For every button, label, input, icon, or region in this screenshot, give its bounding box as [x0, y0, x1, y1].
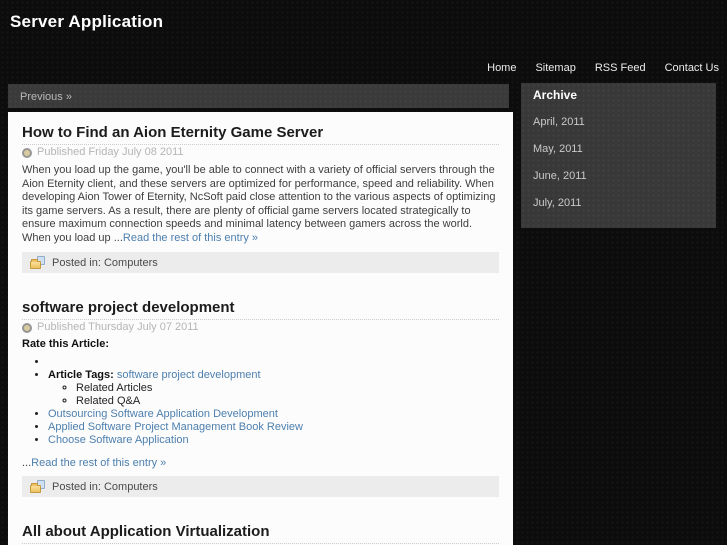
published-line: Published Friday July 08 2011	[22, 146, 499, 159]
nav-item-sitemap[interactable]: Sitemap	[535, 62, 575, 74]
read-more-line: ...Read the rest of this entry »	[22, 457, 499, 469]
pagination-bar: Previous »	[8, 84, 509, 108]
sidebar-archive: Archive April, 2011 May, 2011 June, 2011…	[521, 83, 716, 228]
published-text: Published Thursday July 07 2011	[37, 321, 199, 334]
top-nav: Home Sitemap RSS Feed Contact Us	[487, 62, 719, 74]
posted-in-text: Posted in: Computers	[52, 481, 158, 493]
archive-item-july-2011[interactable]: July, 2011	[533, 197, 704, 210]
list-item-empty	[48, 356, 499, 369]
folder-icon	[30, 480, 45, 493]
post-software-project-development: software project development Published T…	[22, 299, 499, 497]
site-title: Server Application	[10, 12, 163, 32]
rate-article-label: Rate this Article:	[22, 338, 499, 350]
folder-icon	[30, 256, 45, 269]
list-item-related-articles: Related Articles	[76, 382, 499, 395]
published-line: Published Thursday July 07 2011	[22, 321, 499, 334]
list-item-link: Choose Software Application	[48, 434, 499, 447]
post-title[interactable]: All about Application Virtualization	[22, 523, 499, 544]
main-content: How to Find an Aion Eternity Game Server…	[8, 112, 513, 545]
article-tag-link[interactable]: software project development	[117, 369, 261, 381]
post-list: Article Tags: software project developme…	[22, 356, 499, 447]
related-post-link[interactable]: Outsourcing Software Application Develop…	[48, 408, 278, 420]
clock-icon	[22, 323, 32, 333]
article-tags-label: Article Tags:	[48, 369, 114, 381]
nav-item-contact-us[interactable]: Contact Us	[665, 62, 719, 74]
read-more-ellipsis: ...	[22, 457, 31, 469]
posted-in-bar: Posted in: Computers	[22, 252, 499, 273]
posted-in-bar: Posted in: Computers	[22, 476, 499, 497]
clock-icon	[22, 148, 32, 158]
published-text: Published Friday July 08 2011	[37, 146, 184, 159]
post-title[interactable]: software project development	[22, 299, 499, 320]
post-title[interactable]: How to Find an Aion Eternity Game Server	[22, 124, 499, 145]
nav-item-home[interactable]: Home	[487, 62, 516, 74]
read-more-link[interactable]: Read the rest of this entry »	[123, 232, 258, 244]
list-item-article-tags: Article Tags: software project developme…	[48, 369, 499, 408]
archive-item-may-2011[interactable]: May, 2011	[533, 143, 704, 156]
related-post-link[interactable]: Applied Software Project Management Book…	[48, 421, 303, 433]
archive-heading: Archive	[533, 88, 704, 102]
nav-item-rss-feed[interactable]: RSS Feed	[595, 62, 646, 74]
archive-item-june-2011[interactable]: June, 2011	[533, 170, 704, 183]
posted-in-text: Posted in: Computers	[52, 257, 158, 269]
related-post-link[interactable]: Choose Software Application	[48, 434, 189, 446]
list-item-related-qa: Related Q&A	[76, 395, 499, 408]
excerpt-ellipsis: ...	[114, 232, 123, 244]
excerpt-text: When you load up the game, you'll be abl…	[22, 164, 495, 244]
post-aion-game-server: How to Find an Aion Eternity Game Server…	[22, 124, 499, 273]
read-more-link[interactable]: Read the rest of this entry »	[31, 457, 166, 469]
archive-item-april-2011[interactable]: April, 2011	[533, 116, 704, 129]
related-sublist: Related Articles Related Q&A	[48, 382, 499, 408]
post-application-virtualization: All about Application Virtualization Pub…	[22, 523, 499, 545]
list-item-link: Outsourcing Software Application Develop…	[48, 408, 499, 421]
list-item-link: Applied Software Project Management Book…	[48, 421, 499, 434]
previous-link[interactable]: Previous »	[20, 91, 72, 103]
post-excerpt: When you load up the game, you'll be abl…	[22, 164, 499, 245]
